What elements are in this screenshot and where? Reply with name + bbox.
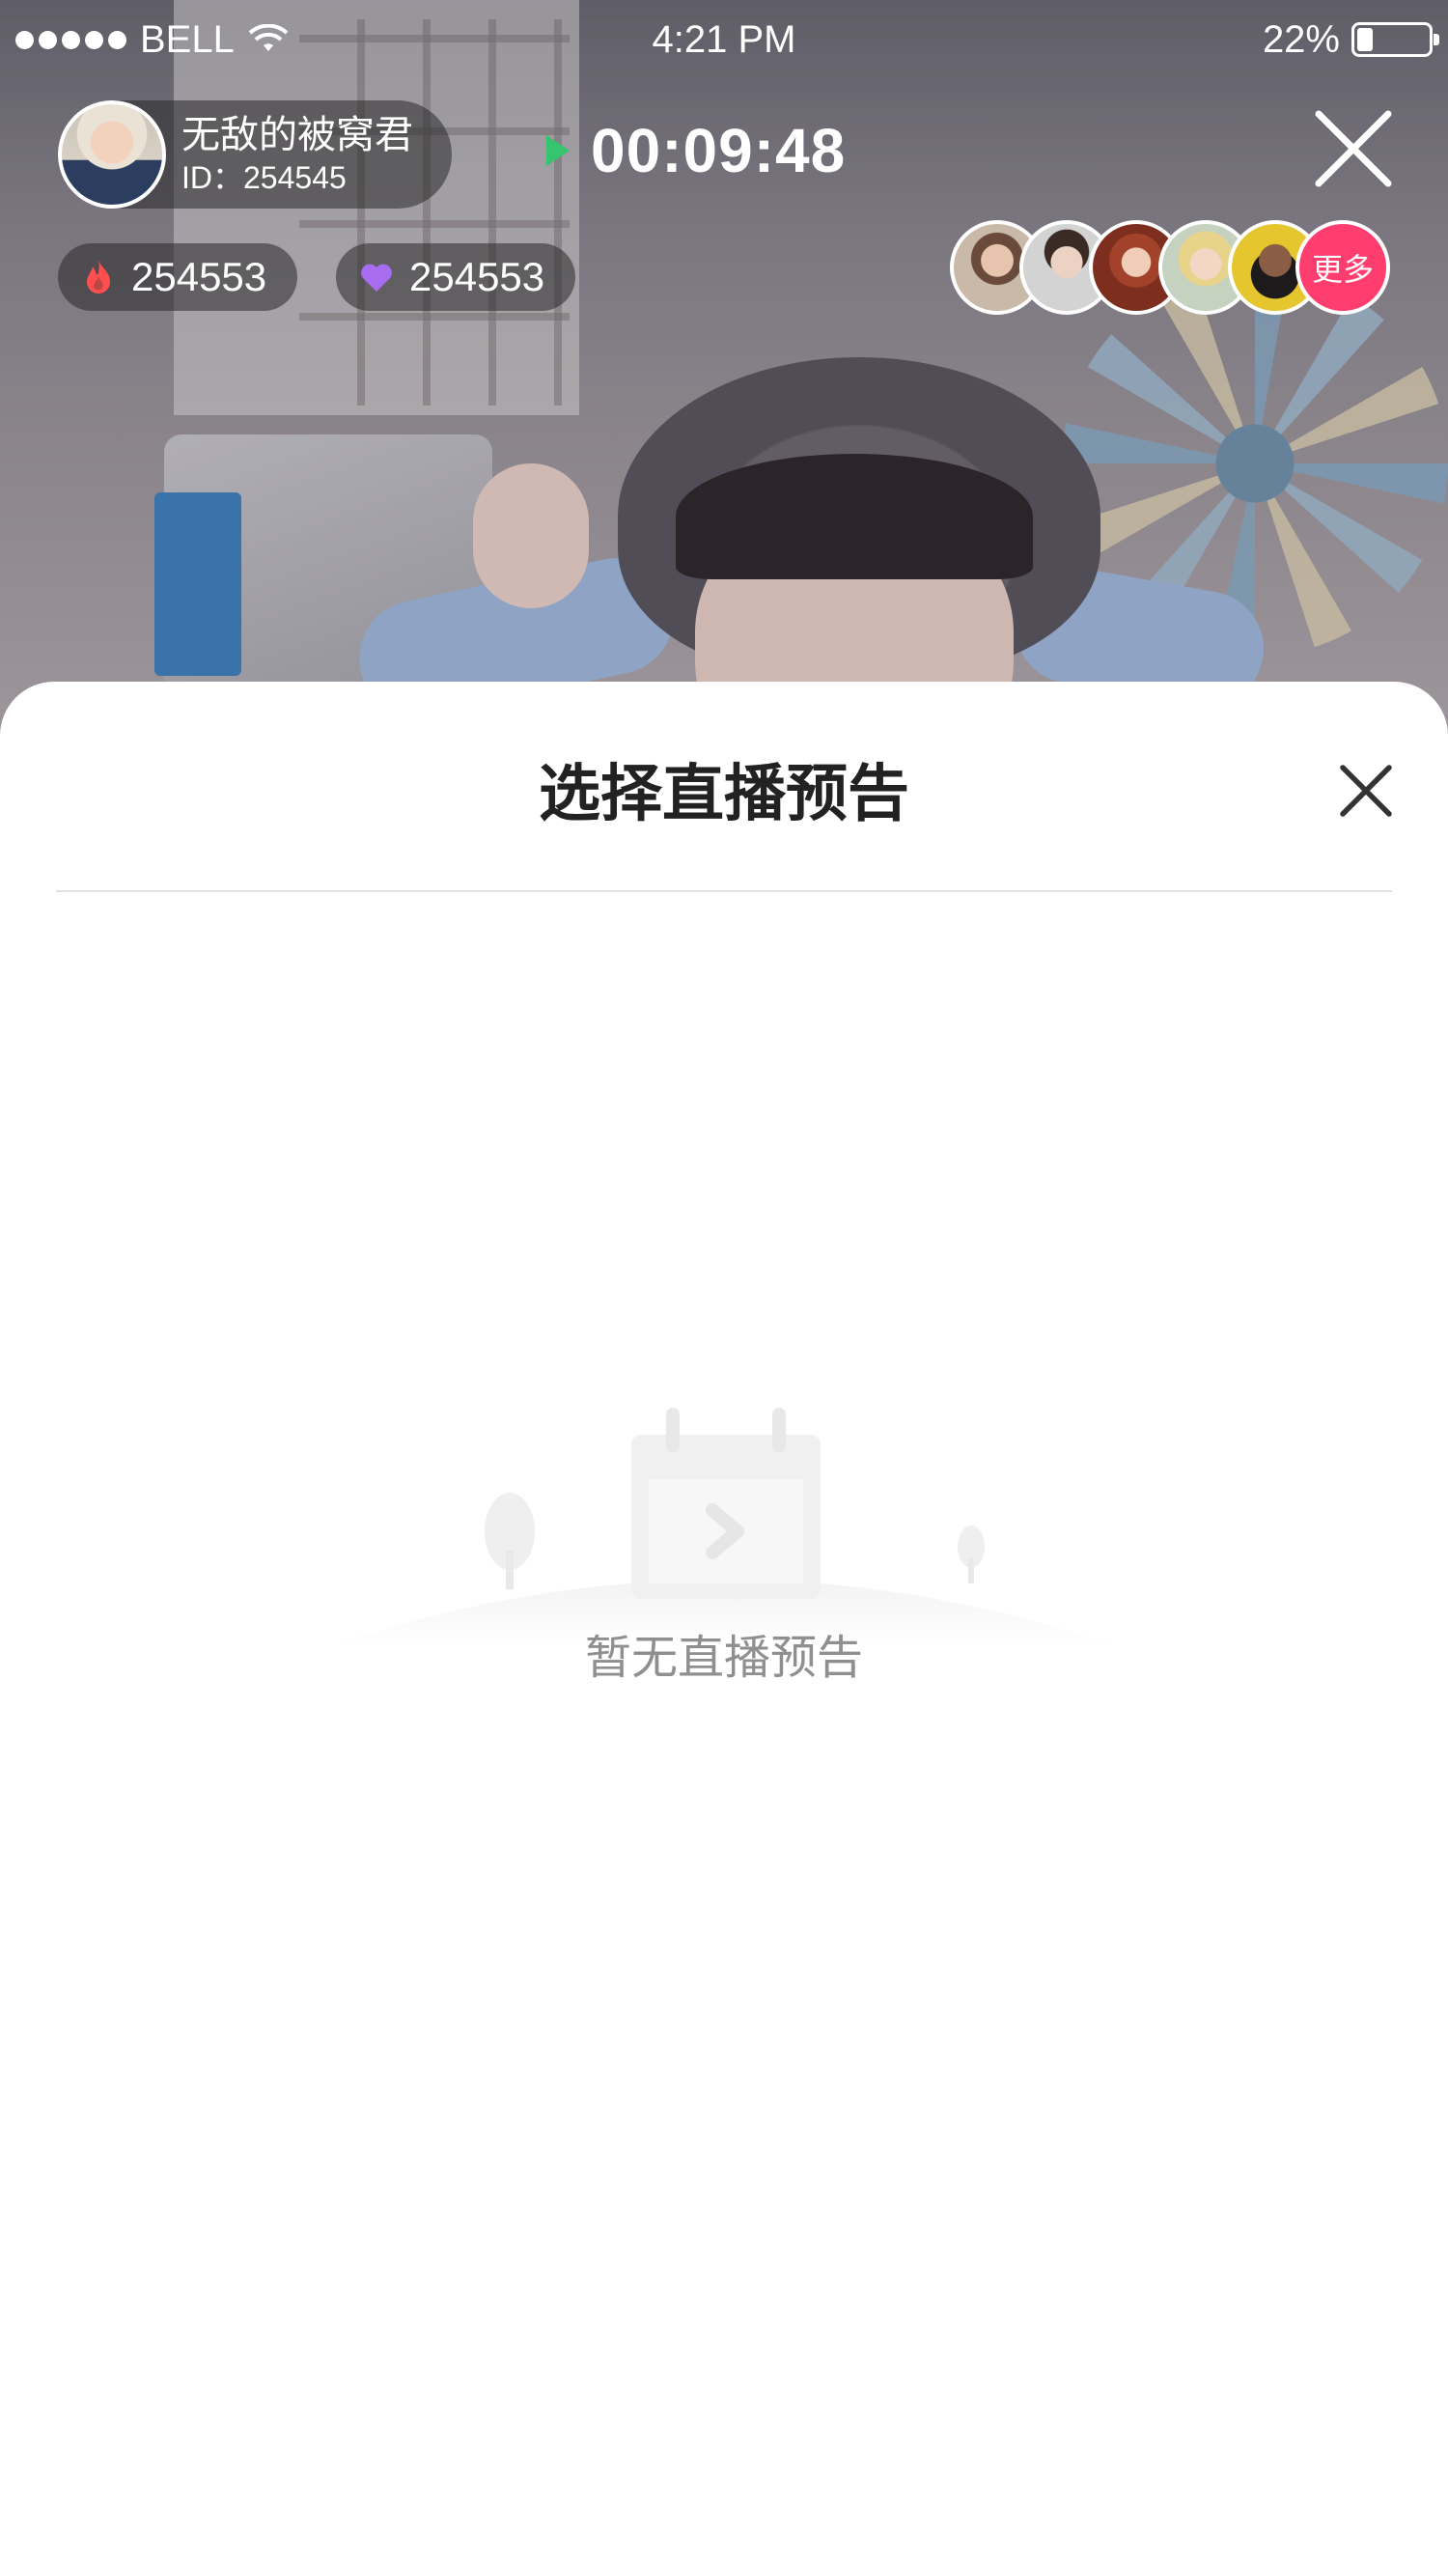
live-timer: 00:09:48 bbox=[546, 112, 846, 189]
close-live-button[interactable] bbox=[1313, 108, 1394, 189]
play-icon bbox=[546, 135, 570, 166]
viewer-list: 更多 bbox=[950, 220, 1390, 315]
host-info[interactable]: 无敌的被窝君 ID：254545 bbox=[58, 100, 452, 209]
sheet-header: 选择直播预告 bbox=[0, 682, 1448, 892]
like-count-badge: 254553 bbox=[336, 243, 575, 311]
more-viewers-button[interactable]: 更多 bbox=[1295, 220, 1390, 315]
cellular-signal-icon bbox=[15, 30, 126, 49]
live-preview-sheet: 选择直播预告 暂无直播预告 bbox=[0, 682, 1448, 2576]
wifi-icon bbox=[248, 24, 289, 55]
divider bbox=[56, 890, 1392, 892]
close-icon bbox=[1340, 765, 1392, 817]
hot-count-badge: 254553 bbox=[58, 243, 297, 311]
hot-count: 254553 bbox=[131, 254, 267, 299]
host-avatar[interactable] bbox=[58, 100, 166, 209]
live-duration: 00:09:48 bbox=[591, 116, 847, 185]
battery-icon bbox=[1351, 22, 1439, 57]
fire-icon bbox=[87, 260, 110, 294]
sheet-title: 选择直播预告 bbox=[539, 759, 909, 828]
status-bar: BELL 4:21 PM 22% bbox=[0, 0, 1448, 79]
like-count: 254553 bbox=[409, 254, 545, 299]
host-id: ID：254545 bbox=[181, 160, 347, 195]
close-sheet-button[interactable] bbox=[1338, 763, 1394, 819]
empty-state-text: 暂无直播预告 bbox=[584, 1633, 863, 1684]
carrier-name: BELL bbox=[140, 17, 235, 61]
host-name: 无敌的被窝君 bbox=[181, 114, 413, 156]
calendar-icon bbox=[328, 1396, 1120, 1647]
close-icon bbox=[1315, 110, 1392, 187]
heart-icon bbox=[361, 264, 392, 292]
battery-percent: 22% bbox=[1262, 17, 1340, 61]
